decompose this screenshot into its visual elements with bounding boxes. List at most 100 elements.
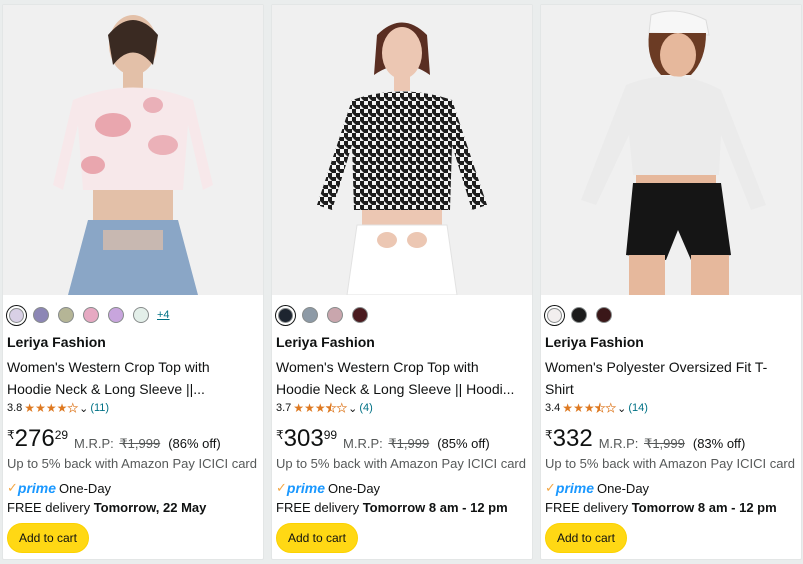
- color-swatch[interactable]: [278, 307, 293, 323]
- delivery-date: Tomorrow 8 am - 12 pm: [362, 500, 508, 515]
- color-swatch[interactable]: [58, 307, 74, 323]
- delivery-prefix: FREE delivery: [545, 500, 629, 515]
- cashback-offer: Up to 5% back with Amazon Pay ICICI card: [276, 456, 526, 471]
- prime-logo: prime: [555, 480, 595, 496]
- product-photo-tie-dye-hoodie: [3, 5, 263, 295]
- color-swatch[interactable]: [33, 307, 49, 323]
- rating-value: 3.8: [7, 402, 23, 414]
- star-icon: ★: [45, 401, 57, 415]
- product-card[interactable]: Leriya Fashion Women's Polyester Oversiz…: [540, 4, 802, 560]
- delivery-prefix: FREE delivery: [276, 500, 360, 515]
- delivery-prefix: FREE delivery: [7, 500, 91, 515]
- star-icon: ★: [325, 401, 337, 415]
- color-swatch[interactable]: [302, 307, 318, 323]
- star-icon: ★: [583, 401, 595, 415]
- star-icon: ★: [562, 401, 574, 415]
- rating[interactable]: 3.4 ★ ★ ★ ★ ★ ⌄ (14): [545, 400, 648, 416]
- discount: (85% off): [437, 436, 490, 451]
- mrp: M.R.P: ₹1,999: [343, 436, 429, 452]
- star-icon: ★: [304, 401, 315, 415]
- price-fraction: 29: [54, 428, 69, 442]
- add-to-cart-button[interactable]: Add to cart: [7, 523, 89, 553]
- star-icon: ★: [573, 401, 584, 415]
- prime-check-icon: ✓: [276, 480, 287, 495]
- prime-logo: prime: [286, 480, 326, 496]
- mrp-value: ₹1,999: [388, 436, 430, 451]
- discount: (83% off): [692, 436, 746, 451]
- color-swatch[interactable]: [352, 307, 368, 323]
- review-count-link[interactable]: (4): [359, 402, 372, 414]
- color-swatch[interactable]: [9, 307, 24, 323]
- price[interactable]: ₹ 332 M.R.P: ₹1,999 (83% off): [545, 425, 745, 455]
- mrp: M.R.P: ₹1,999: [74, 436, 160, 452]
- color-swatch[interactable]: [327, 307, 343, 323]
- prime-badge: ✓ prime One-Day: [545, 480, 649, 496]
- rating[interactable]: 3.8 ★ ★ ★ ★ ★ ⌄ (11): [7, 400, 109, 416]
- product-image[interactable]: [3, 5, 263, 295]
- color-swatches: +4: [8, 305, 170, 325]
- chevron-down-icon[interactable]: ⌄: [79, 402, 88, 415]
- price-whole: 276: [14, 425, 55, 452]
- product-grid: +4 Leriya Fashion Women's Western Crop T…: [0, 0, 803, 564]
- add-to-cart-button[interactable]: Add to cart: [545, 523, 627, 553]
- color-swatch[interactable]: [596, 307, 612, 323]
- mrp: M.R.P: ₹1,999: [599, 436, 685, 452]
- product-card[interactable]: +4 Leriya Fashion Women's Western Crop T…: [2, 4, 264, 560]
- product-title[interactable]: Women's Western Crop Top with Hoodie Nec…: [7, 356, 257, 400]
- currency-symbol: ₹: [276, 428, 284, 442]
- product-image[interactable]: [541, 5, 801, 295]
- delivery-date: Tomorrow 8 am - 12 pm: [631, 500, 777, 515]
- mrp-label: M.R.P:: [343, 436, 383, 451]
- chevron-down-icon[interactable]: ⌄: [617, 402, 626, 415]
- review-count-link[interactable]: (11): [90, 402, 109, 414]
- discount: (86% off): [168, 436, 221, 451]
- color-swatch[interactable]: [571, 307, 587, 323]
- add-to-cart-button[interactable]: Add to cart: [276, 523, 358, 553]
- prime-speed: One-Day: [328, 480, 381, 496]
- chevron-down-icon[interactable]: ⌄: [348, 402, 357, 415]
- star-icon: ★: [293, 401, 305, 415]
- prime-check-icon: ✓: [7, 480, 18, 495]
- rating-value: 3.4: [545, 402, 561, 414]
- rating[interactable]: 3.7 ★ ★ ★ ★ ★ ⌄ (4): [276, 400, 373, 416]
- currency-symbol: ₹: [545, 428, 553, 442]
- cashback-offer: Up to 5% back with Amazon Pay ICICI card: [545, 456, 795, 471]
- color-swatch[interactable]: [83, 307, 99, 323]
- rating-value: 3.7: [276, 402, 292, 414]
- delivery-date: Tomorrow, 22 May: [93, 500, 207, 515]
- brand-name: Leriya Fashion: [276, 334, 375, 350]
- star-rating: ★ ★ ★ ★ ★: [293, 401, 347, 415]
- color-swatch[interactable]: [133, 307, 149, 323]
- price[interactable]: ₹ 276 29 M.R.P: ₹1,999 (86% off): [7, 425, 221, 455]
- mrp-value: ₹1,999: [644, 436, 685, 451]
- product-title[interactable]: Women's Western Crop Top with Hoodie Nec…: [276, 356, 526, 400]
- delivery-info: FREE delivery Tomorrow 8 am - 12 pm: [276, 500, 508, 515]
- color-swatches: [277, 305, 377, 325]
- product-title[interactable]: Women's Polyester Oversized Fit T-Shirt: [545, 356, 795, 400]
- color-swatch[interactable]: [547, 307, 562, 323]
- product-photo-oversized-tshirt: [541, 5, 801, 295]
- prime-logo: prime: [17, 480, 57, 496]
- prime-badge: ✓ prime One-Day: [276, 480, 380, 496]
- color-swatches: [546, 305, 621, 325]
- more-colors-link[interactable]: +4: [157, 309, 170, 321]
- star-icon: ★: [314, 401, 326, 415]
- price[interactable]: ₹ 303 99 M.R.P: ₹1,999 (85% off): [276, 425, 490, 455]
- currency-symbol: ₹: [7, 428, 15, 442]
- star-icon: ★: [605, 401, 617, 415]
- mrp-label: M.R.P:: [74, 436, 114, 451]
- prime-speed: One-Day: [597, 480, 650, 496]
- product-card[interactable]: Leriya Fashion Women's Western Crop Top …: [271, 4, 533, 560]
- product-image[interactable]: [272, 5, 532, 295]
- price-fraction: 99: [323, 428, 338, 442]
- star-rating: ★ ★ ★ ★ ★: [562, 401, 617, 415]
- star-icon: ★: [35, 401, 46, 415]
- mrp-label: M.R.P:: [598, 436, 639, 451]
- price-whole: 303: [283, 425, 324, 452]
- review-count-link[interactable]: (14): [628, 402, 648, 414]
- color-swatch[interactable]: [108, 307, 124, 323]
- prime-badge: ✓ prime One-Day: [7, 480, 111, 496]
- brand-name: Leriya Fashion: [7, 334, 106, 350]
- price-whole: 332: [552, 425, 593, 452]
- prime-check-icon: ✓: [545, 480, 556, 495]
